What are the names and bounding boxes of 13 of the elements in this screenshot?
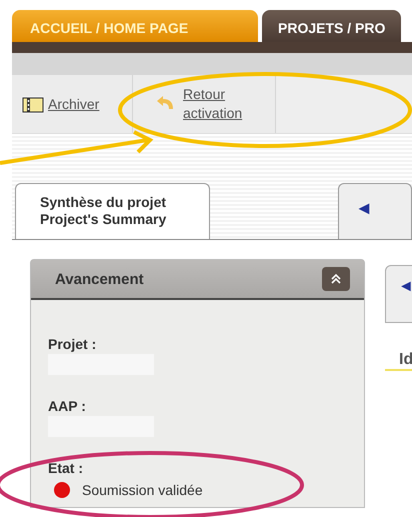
collapse-button[interactable]	[322, 267, 350, 291]
field-label: Projet :	[48, 336, 96, 352]
field-label: Etat :	[48, 460, 83, 476]
field-label: AAP :	[48, 398, 86, 414]
project-tab[interactable]: Synthèse du projet Project's Summary	[15, 183, 210, 239]
status-text: Soumission validée	[82, 482, 203, 498]
project-tab[interactable]: ◄	[338, 183, 412, 239]
section-heading: Id	[385, 351, 412, 371]
nav-tab[interactable]: PROJETS / PRO	[262, 10, 402, 42]
detail-tab[interactable]: ◄	[385, 265, 412, 323]
panel-title: Avancement	[55, 270, 144, 288]
double-chevron-up-icon	[330, 273, 342, 285]
folder-icon	[22, 95, 44, 113]
